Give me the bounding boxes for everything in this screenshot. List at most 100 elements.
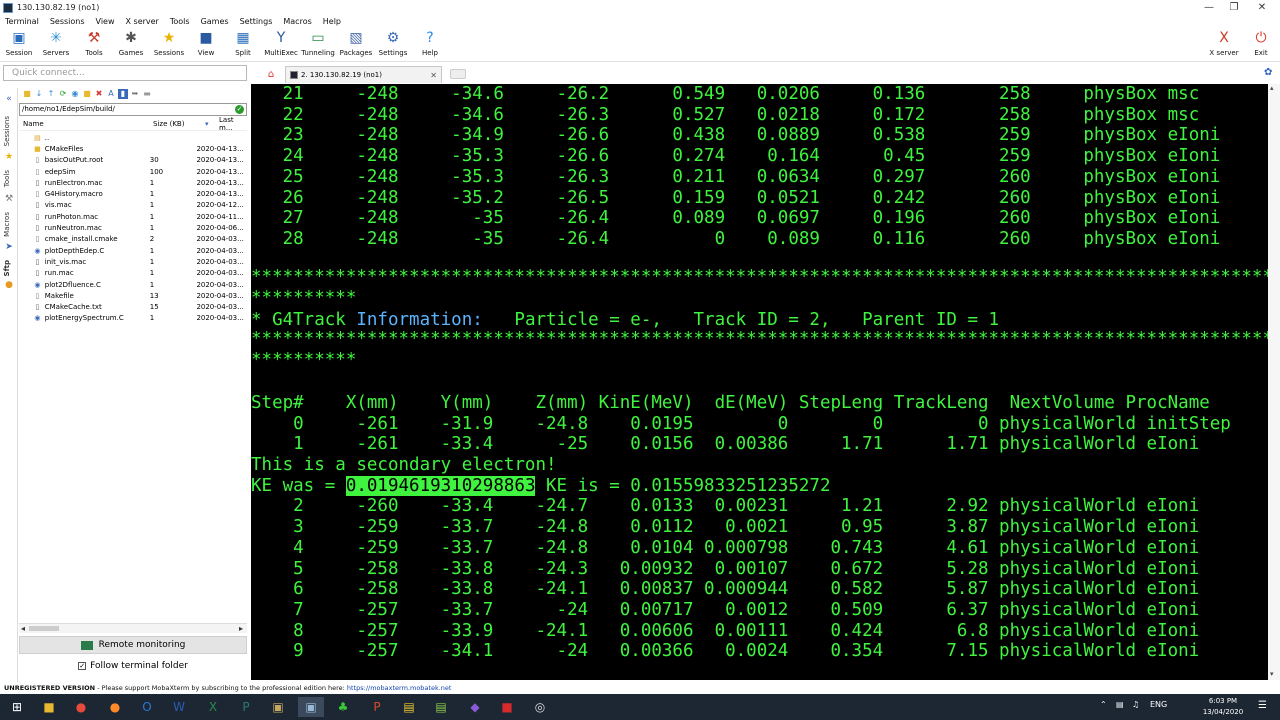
column-modified[interactable]: Last m... [219,116,247,132]
file-row[interactable]: ▯ Makefile 13 2020-04-03... [19,290,247,301]
remote-monitoring-button[interactable]: Remote monitoring [19,636,247,654]
menu-x-server[interactable]: X server [121,17,165,26]
side-tab-sessions[interactable]: Sessions [3,116,11,146]
acrobat-icon[interactable]: ■ [494,697,520,717]
excel-icon[interactable]: X [200,697,226,717]
toolbar-settings-button[interactable]: ⚙ Settings [374,30,412,60]
tools-icon[interactable]: ⚒ [4,194,14,204]
upload-icon[interactable]: ↑ [46,89,56,99]
toolbar-packages-button[interactable]: ▧ Packages [337,30,375,60]
chevron-up-icon[interactable]: ⌃ [1100,700,1107,709]
chrome-icon[interactable]: ● [68,697,94,717]
terminal-output[interactable]: 21 -248 -34.6 -26.2 0.549 0.0206 0.136 2… [251,84,1268,680]
word-icon[interactable]: W [166,697,192,717]
toolbar-games-button[interactable]: ✱ Games [112,30,150,60]
close-button[interactable]: ✕ [1248,0,1276,15]
language-indicator[interactable]: ENG [1150,700,1167,709]
file-row[interactable]: ◉ plotDepthEdep.C 1 2020-04-03... [19,245,247,256]
delete-icon[interactable]: ✖ [94,89,104,99]
checkbox-checked-icon[interactable]: ✓ [78,662,87,670]
menu-terminal[interactable]: Terminal [0,17,45,26]
file-row[interactable]: ■ CMakeFiles 2020-04-13... [19,143,247,154]
home-tab-icon[interactable]: ⌂ [262,67,280,81]
open-icon[interactable]: ◉ [70,89,80,99]
menu-tools[interactable]: Tools [165,17,196,26]
toolbar-tunneling-button[interactable]: ▭ Tunneling [299,30,337,60]
selected-text[interactable]: 0.0194619310298863 [345,475,536,496]
collapse-sidebar-icon[interactable]: « [4,94,14,104]
tab-session-2[interactable]: 2. 130.130.82.19 (no1) ✕ [285,66,442,83]
visual-studio-icon[interactable]: ◆ [462,697,488,717]
toolbar-help-button[interactable]: ? Help [411,30,449,60]
file-row[interactable]: ◉ plotEnergySpectrum.C 1 2020-04-03... [19,313,247,324]
sort-down-icon[interactable]: ▾ [205,120,219,128]
menu-settings[interactable]: Settings [235,17,279,26]
menu-macros[interactable]: Macros [278,17,317,26]
file-row[interactable]: ▯ runElectron.mac 1 2020-04-13... [19,177,247,188]
outlook-icon[interactable]: O [134,697,160,717]
file-row[interactable]: ▯ basicOutPut.root 30 2020-04-13... [19,155,247,166]
file-row[interactable]: ▯ runPhoton.mac 1 2020-04-11... [19,211,247,222]
menu-sessions[interactable]: Sessions [45,17,91,26]
file-row[interactable]: ▯ init_vis.mac 1 2020-04-03... [19,256,247,267]
file-explorer-icon[interactable]: ■ [36,697,62,717]
toolbar-multiexec-button[interactable]: Y MultiExec [262,30,300,60]
file-row[interactable]: ▯ edepSim 100 2020-04-13... [19,166,247,177]
toolbar-tools-button[interactable]: ⚒ Tools [75,30,113,60]
firefox-icon[interactable]: ● [102,697,128,717]
new-tab-button[interactable] [450,69,466,79]
scroll-down-icon[interactable]: ▾ [1270,670,1274,678]
path-input[interactable]: /home/no1/EdepSim/build/ ✓ [19,103,247,116]
toolbar-x-server-button[interactable]: X X server [1205,30,1243,60]
file-row[interactable]: ▯ cmake_install.cmake 2 2020-04-03... [19,234,247,245]
follow-terminal-folder-checkbox[interactable]: ✓ Follow terminal folder [19,659,247,673]
minimize-button[interactable]: — [1195,0,1223,15]
menu-view[interactable]: View [91,17,121,26]
app-icon[interactable]: ◎ [527,697,553,717]
tab-close-icon[interactable]: ✕ [430,71,437,80]
notepad-icon[interactable]: ▤ [428,697,454,717]
file-row[interactable]: ▤.. [19,132,247,143]
file-row[interactable]: ▯ run.mac 1 2020-04-03... [19,268,247,279]
attach-icon[interactable]: ✿ [1264,67,1272,78]
menu-games[interactable]: Games [196,17,235,26]
restore-button[interactable]: ❐ [1220,0,1248,15]
windows-start-icon[interactable]: ⊞ [4,697,30,717]
side-tab-tools[interactable]: Tools [3,170,11,187]
toolbar-sessions-button[interactable]: ★ Sessions [150,30,188,60]
refresh-icon[interactable]: ⟳ [58,89,68,99]
tree-icon[interactable]: ♣ [330,697,356,717]
rename-icon[interactable]: A [106,89,116,99]
path-ok-icon[interactable]: ✓ [235,105,244,114]
column-name[interactable]: Name [19,120,153,128]
subscribe-link[interactable]: https://mobaxterm.mobatek.net [347,684,452,692]
file-row[interactable]: ▯ vis.mac 1 2020-04-12... [19,200,247,211]
clock[interactable]: 6:03 PM 13/04/2020 [1200,696,1246,718]
follow-folder-icon[interactable]: ➥ [130,89,140,99]
toolbar-split-button[interactable]: ▦ Split [224,30,262,60]
powerpoint-icon[interactable]: P [364,697,390,717]
side-tab-macros[interactable]: Macros [3,212,11,237]
file-row[interactable]: ▯ CMakeCache.txt 15 2020-04-03... [19,301,247,312]
quick-connect-input[interactable]: Quick connect... [3,65,247,81]
sftp-icon[interactable]: ● [4,280,14,290]
download-icon[interactable]: ↓ [34,89,44,99]
file-row[interactable]: ▯ G4History.macro 1 2020-04-13... [19,188,247,199]
scroll-left-icon[interactable]: ◂ [21,624,25,633]
menu-help[interactable]: Help [318,17,347,26]
toolbar-exit-button[interactable]: ⏻ Exit [1242,30,1280,60]
toolbar-servers-button[interactable]: ✳ Servers [37,30,75,60]
file-row[interactable]: ◉ plot2Dfluence.C 1 2020-04-03... [19,279,247,290]
volume-icon[interactable]: ♫ [1132,700,1139,709]
more-icon[interactable]: ▬ [142,89,152,99]
publisher-icon[interactable]: P [233,697,259,717]
toolbar-view-button[interactable]: ■ View [187,30,225,60]
macro-icon[interactable]: ➤ [4,242,14,252]
terminal-scrollbar[interactable]: ▴ ▾ [1268,84,1280,680]
show-hidden-icon[interactable]: ▮ [118,89,128,99]
file-row[interactable]: ▯ runNeutron.mac 1 2020-04-06... [19,222,247,233]
scrollbar-thumb[interactable] [29,626,59,631]
app-icon[interactable]: ▤ [396,697,422,717]
network-icon[interactable]: ▤ [1116,700,1124,709]
scroll-right-icon[interactable]: ▸ [239,624,243,633]
